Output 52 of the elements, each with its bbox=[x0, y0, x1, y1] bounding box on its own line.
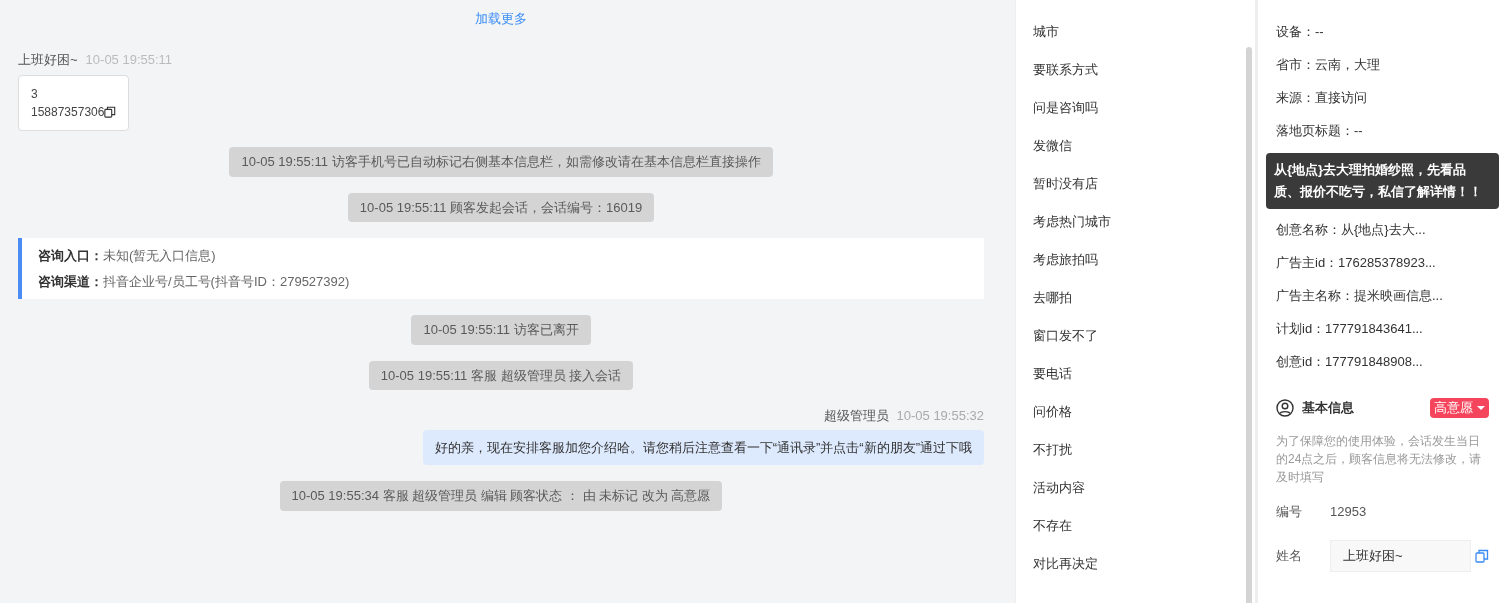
detail-text: 计划id：177791843641... bbox=[1276, 319, 1423, 338]
system-message: 10-05 19:55:34 客服 超级管理员 编辑 顾客状态 ： 由 未标记 改为 高意愿 bbox=[279, 481, 723, 511]
tag-item[interactable]: 问是咨询吗 bbox=[1033, 98, 1246, 136]
detail-text: 落地页标题：-- bbox=[1276, 121, 1363, 140]
name-field[interactable]: 上班好困~ bbox=[1330, 539, 1471, 572]
system-message: 10-05 19:55:11 访客已离开 bbox=[411, 315, 591, 345]
system-message: 10-05 19:55:11 访客手机号已自动标记右侧基本信息栏，如需修改请在基本信息栏直接操作 bbox=[229, 147, 773, 177]
info-value: 未知(暂无入口信息) bbox=[103, 247, 216, 265]
intent-dropdown[interactable]: 高意愿 bbox=[1430, 398, 1489, 418]
field-label: 编号 bbox=[1276, 503, 1303, 521]
system-message: 10-05 19:55:11 客服 超级管理员 接入会话 bbox=[368, 360, 634, 390]
detail-text: 广告主名称：提米映画信息... bbox=[1276, 286, 1443, 305]
tag-item[interactable]: 活动内容 bbox=[1033, 478, 1246, 516]
caret-icon bbox=[1477, 406, 1485, 410]
section-title: 基本信息 bbox=[1302, 399, 1354, 418]
detail-text: 设备：-- bbox=[1276, 22, 1324, 41]
detail-text: 来源：直接访问 bbox=[1276, 88, 1367, 107]
tag-item[interactable]: 要电话 bbox=[1033, 364, 1246, 402]
visitor-name: 上班好困~ bbox=[18, 50, 78, 69]
message-time: 10-05 19:55:11 bbox=[85, 50, 173, 69]
message-text: 15887357306 bbox=[31, 104, 105, 121]
tag-item[interactable]: 去哪拍 bbox=[1033, 288, 1246, 326]
agent-name: 超级管理员 bbox=[823, 407, 889, 425]
tag-item[interactable]: 不存在 bbox=[1033, 516, 1246, 554]
tag-item[interactable]: 问价格 bbox=[1033, 402, 1246, 440]
user-circle-icon bbox=[1276, 399, 1294, 417]
detail-text: 广告主id：176285378923... bbox=[1276, 253, 1436, 272]
tag-item[interactable]: 不打扰 bbox=[1033, 440, 1246, 478]
scrollbar[interactable] bbox=[1246, 47, 1252, 603]
tag-item[interactable]: 发微信 bbox=[1033, 136, 1246, 174]
detail-text: 省市：云南，大理 bbox=[1276, 55, 1380, 74]
copy-icon[interactable] bbox=[104, 106, 117, 118]
tooltip: 从{地点}去大理拍婚纱照，先看品质、报价不吃亏，私信了解详情！！ bbox=[1266, 153, 1499, 209]
tag-item[interactable]: 城市 bbox=[1033, 22, 1246, 60]
field-value: 12953 bbox=[1330, 503, 1367, 521]
tag-item[interactable]: 考虑旅拍吗 bbox=[1033, 250, 1246, 288]
tag-item[interactable]: 窗口发不了 bbox=[1033, 326, 1246, 364]
info-label: 咨询渠道： bbox=[38, 272, 103, 291]
field-label: 姓名 bbox=[1276, 546, 1303, 565]
tag-item[interactable]: 对比再决定 bbox=[1033, 554, 1246, 592]
tag-item[interactable]: 暂时没有店 bbox=[1033, 174, 1246, 212]
detail-text: 创意名称：从{地点}去大... bbox=[1276, 220, 1426, 239]
agent-message: 好的亲，现在安排客服加您介绍哈。请您稍后注意查看一下“通讯录”并点击“新的朋友”通过下哦 bbox=[422, 429, 984, 465]
message-text: 3 bbox=[31, 86, 38, 103]
info-label: 咨询入口： bbox=[38, 247, 103, 265]
system-message: 10-05 19:55:11 顾客发起会话，会话编号：16019 bbox=[347, 192, 655, 222]
notice-text: 为了保障您的使用体验，会话发生当日的24点之后，顾客信息将无法修改，请及时填写 bbox=[1276, 433, 1483, 486]
tag-item[interactable]: 考虑热门城市 bbox=[1033, 212, 1246, 250]
detail-text: 创意id：177791848908... bbox=[1276, 352, 1423, 371]
info-value: 抖音企业号/员工号(抖音号ID：279527392) bbox=[103, 272, 350, 291]
tag-item[interactable]: 要联系方式 bbox=[1033, 60, 1246, 98]
message-time: 10-05 19:55:32 bbox=[896, 407, 984, 425]
